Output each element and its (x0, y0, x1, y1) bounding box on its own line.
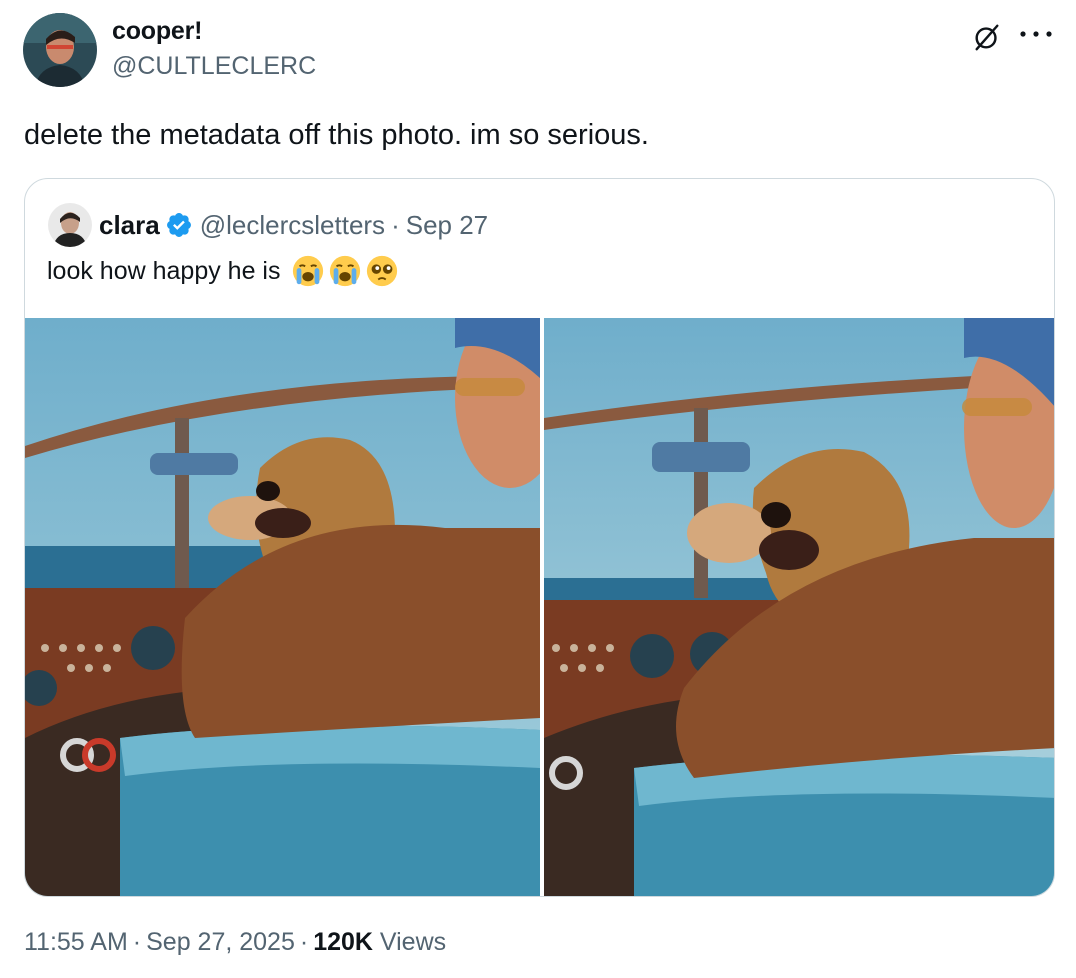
tweet-time[interactable]: 11:55 AM (24, 928, 128, 956)
media-grid (25, 318, 1054, 896)
author-handle[interactable]: @CULTLECLERC (112, 48, 316, 84)
tweet-text: delete the metadata off this photo. im s… (24, 119, 649, 151)
quoted-header: clara @leclercsletters · Sep 27 (99, 205, 488, 245)
grok-button[interactable] (968, 18, 1006, 56)
views-count[interactable]: 120K (313, 928, 373, 956)
loudly-crying-face-icon (330, 255, 361, 287)
photo-left[interactable] (25, 318, 540, 896)
separator-dot: · (391, 209, 400, 240)
quoted-text: look how happy he is (47, 253, 399, 289)
loudly-crying-face-icon (293, 255, 324, 287)
quoted-date[interactable]: Sep 27 (406, 210, 488, 241)
views-label: Views (379, 928, 447, 956)
avatar[interactable] (23, 13, 97, 87)
quoted-handle[interactable]: @leclercsletters (200, 210, 385, 241)
separator-dot: · (132, 928, 142, 956)
author-display-name[interactable]: cooper! (112, 14, 316, 48)
tweet-meta: 11:55 AM · Sep 27, 2025 · 120K Views (24, 924, 446, 960)
author-info: cooper! @CULTLECLERC (112, 14, 316, 84)
quoted-avatar[interactable] (48, 203, 92, 247)
more-button[interactable] (1014, 18, 1058, 50)
photo-right[interactable] (544, 318, 1054, 896)
verified-badge-icon (166, 213, 191, 237)
quoted-display-name[interactable]: clara (99, 210, 160, 241)
grok-icon (975, 24, 999, 51)
tweet-date[interactable]: Sep 27, 2025 (146, 928, 295, 956)
quoted-text-content: look how happy he is (47, 257, 281, 285)
separator-dot: · (299, 928, 309, 956)
pleading-face-icon (367, 255, 398, 287)
tweet: cooper! @CULTLECLERC delete the metadata… (0, 0, 1076, 978)
quoted-tweet[interactable]: clara @leclercsletters · Sep 27 look how… (24, 178, 1055, 897)
more-icon (1020, 31, 1052, 37)
